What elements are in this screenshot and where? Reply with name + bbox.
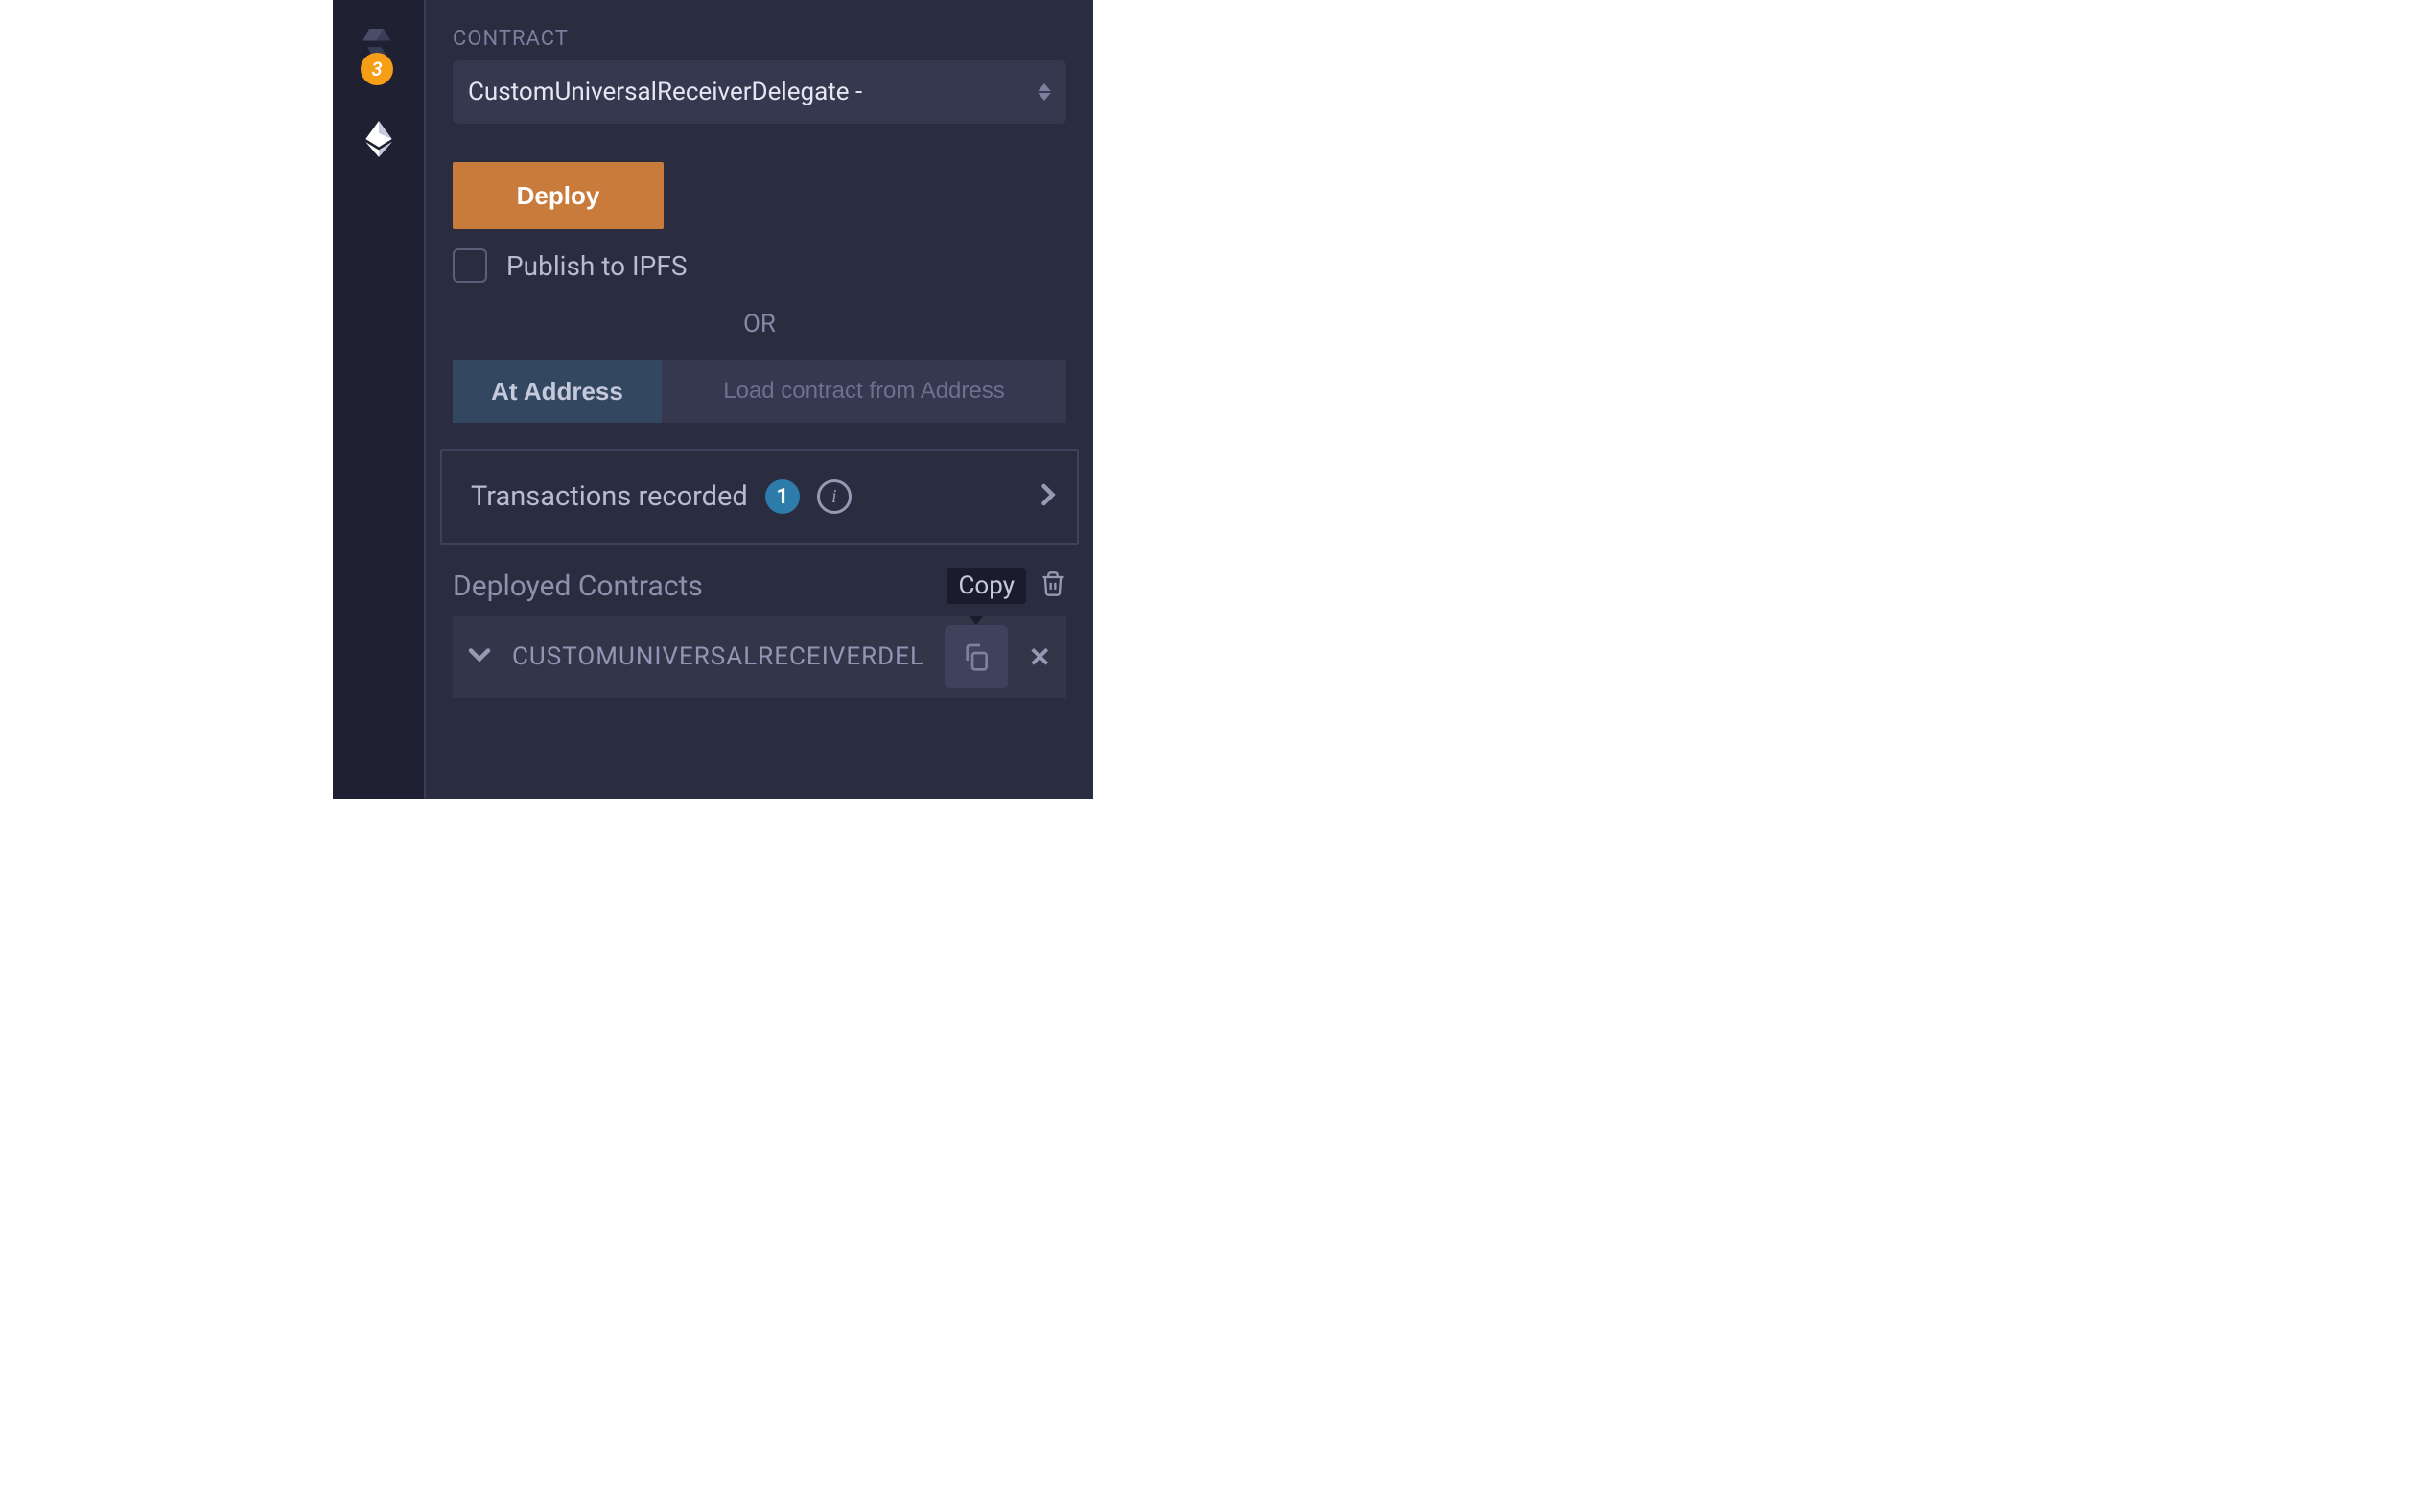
select-chevron-icon xyxy=(1038,83,1051,101)
info-icon[interactable]: i xyxy=(817,479,852,514)
or-divider: OR xyxy=(453,310,1066,338)
deployed-contract-item: CUSTOMUNIVERSALRECEIVERDEL ✕ xyxy=(453,616,1066,698)
publish-ipfs-label: Publish to IPFS xyxy=(506,250,687,282)
publish-ipfs-row: Publish to IPFS xyxy=(453,248,1066,283)
transactions-label: Transactions recorded xyxy=(471,480,748,513)
transactions-recorded-row[interactable]: Transactions recorded 1 i xyxy=(440,449,1079,545)
deploy-panel: 3 CONTRACT CustomUniversalReceiverDelega… xyxy=(333,0,1093,799)
copy-icon xyxy=(961,641,992,672)
copy-tooltip: Copy xyxy=(947,568,1026,604)
at-address-button[interactable]: At Address xyxy=(453,360,662,423)
chevron-right-icon xyxy=(1040,483,1056,510)
deploy-button[interactable]: Deploy xyxy=(453,162,664,229)
solidity-tab[interactable]: 3 xyxy=(333,0,424,96)
publish-ipfs-checkbox[interactable] xyxy=(453,248,487,283)
deployed-contracts-header: Deployed Contracts Copy xyxy=(453,568,1066,604)
notification-badge: 3 xyxy=(361,53,393,85)
transactions-count-badge: 1 xyxy=(765,479,800,514)
icon-rail: 3 xyxy=(333,0,426,799)
deploy-tab[interactable] xyxy=(333,96,424,182)
contract-selected-text: CustomUniversalReceiverDelegate - xyxy=(468,78,862,106)
trash-icon[interactable] xyxy=(1040,570,1066,602)
contract-label: CONTRACT xyxy=(453,27,1066,51)
address-input[interactable] xyxy=(662,360,1066,423)
deployed-contract-name: CUSTOMUNIVERSALRECEIVERDEL xyxy=(512,642,923,671)
contract-select[interactable]: CustomUniversalReceiverDelegate - xyxy=(453,60,1066,124)
deployed-contracts-title: Deployed Contracts xyxy=(453,570,703,603)
ethereum-icon xyxy=(359,119,399,159)
at-address-row: At Address xyxy=(453,360,1066,423)
close-icon[interactable]: ✕ xyxy=(1029,641,1051,673)
chevron-down-icon[interactable] xyxy=(468,647,491,666)
main-panel: CONTRACT CustomUniversalReceiverDelegate… xyxy=(426,0,1093,799)
copy-button[interactable] xyxy=(945,625,1008,688)
